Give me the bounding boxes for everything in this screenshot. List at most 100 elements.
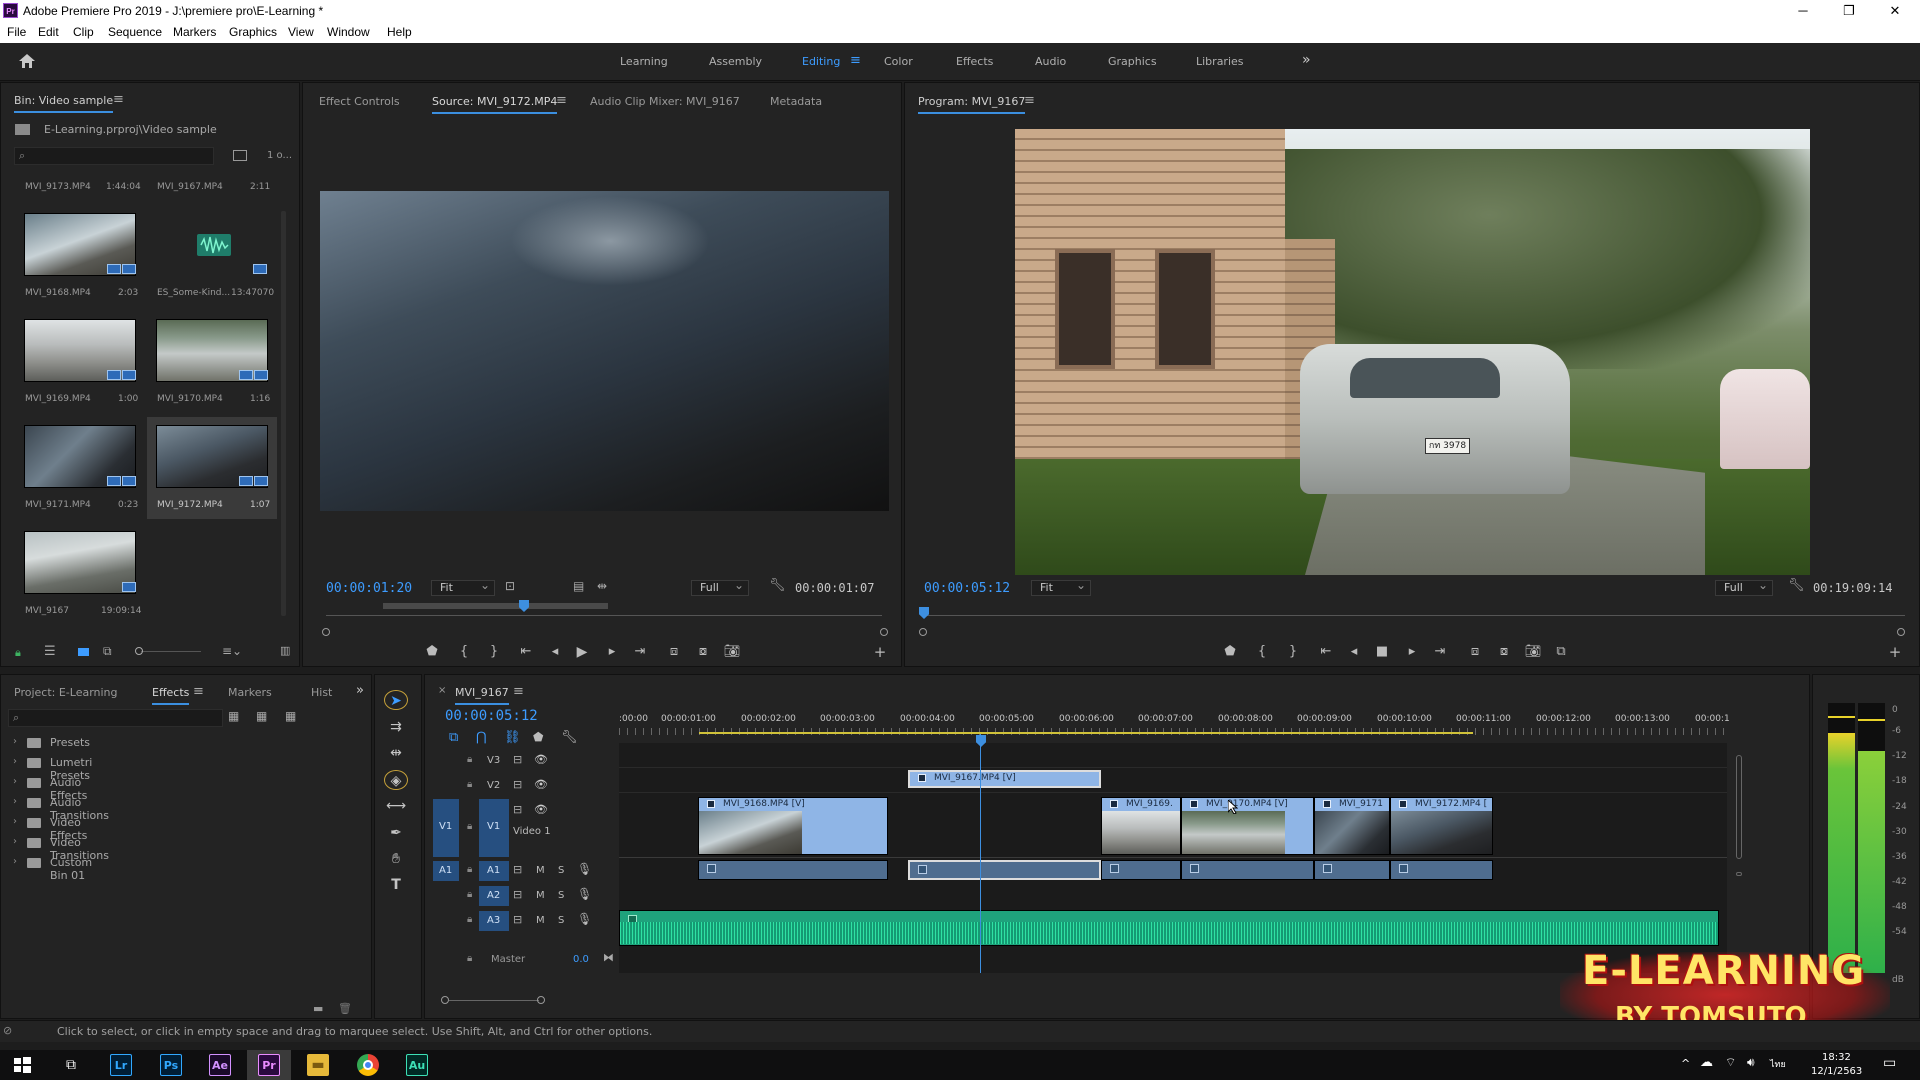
tab-effect-controls[interactable]: Effect Controls [319, 95, 400, 108]
menu-clip[interactable]: Clip [73, 25, 94, 39]
eye-icon[interactable]: 👁︎ [534, 753, 548, 766]
clip-a3-music[interactable] [619, 910, 1719, 946]
timeline-timecode[interactable]: 00:00:05:12 [445, 708, 538, 724]
timeline-zoom-handle-right[interactable] [537, 996, 545, 1004]
yuv-effects-icon[interactable]: ▦ [285, 709, 296, 723]
onedrive-icon[interactable]: ☁ [1700, 1055, 1713, 1070]
pen-tool-icon[interactable]: ✒ [384, 823, 408, 843]
notification-center-icon[interactable]: ▭ [1883, 1055, 1896, 1071]
hand-tool-icon[interactable]: ✋︎ [384, 849, 408, 869]
menu-sequence[interactable]: Sequence [108, 25, 162, 39]
eye-icon[interactable]: 👁︎ [534, 778, 548, 791]
export-frame-icon[interactable]: 📷︎ [1524, 645, 1542, 659]
menu-edit[interactable]: Edit [38, 25, 59, 39]
bin-menu-icon[interactable]: ≡ [113, 92, 124, 107]
go-to-end-icon[interactable]: ⧓ [603, 951, 614, 964]
program-quality-select[interactable]: Full [1715, 578, 1773, 596]
workspace-graphics[interactable]: Graphics [1108, 55, 1157, 68]
more-panels-icon[interactable]: » [356, 683, 364, 698]
clip-v1-9172[interactable]: MVI_9172.MP4 [ [1390, 797, 1493, 855]
lock-icon[interactable]: 🔒︎ [467, 953, 472, 964]
mark-out-icon[interactable]: } [485, 645, 503, 659]
play-icon[interactable]: ▶ [573, 645, 591, 659]
program-timecode[interactable]: 00:00:05:12 [924, 581, 1010, 596]
workspace-color[interactable]: Color [884, 55, 913, 68]
new-search-bin-icon[interactable] [233, 150, 247, 161]
clip-a1-9172[interactable] [1390, 860, 1493, 880]
go-to-in-icon[interactable]: ⇤ [1317, 645, 1335, 659]
menu-window[interactable]: Window [327, 25, 370, 39]
slip-tool-icon[interactable]: ⟷ [384, 796, 408, 816]
clip-thumbnail[interactable] [24, 213, 136, 276]
accelerated-effects-icon[interactable]: ▦ [228, 709, 239, 723]
mark-in-icon[interactable]: { [1253, 645, 1271, 659]
comparison-view-icon[interactable]: ⧉ [1552, 645, 1570, 659]
step-back-icon[interactable]: ◂ [546, 645, 564, 659]
effects-menu-icon[interactable]: ≡ [193, 684, 204, 699]
track-target-a3[interactable]: A3 [479, 911, 509, 931]
taskbar-audition[interactable]: Au [406, 1054, 428, 1076]
export-frame-icon[interactable]: 📷︎ [723, 645, 741, 659]
windows-start-icon[interactable] [12, 1055, 34, 1075]
mark-in-icon[interactable]: { [455, 645, 473, 659]
delete-icon[interactable]: 🗑︎ [338, 1002, 352, 1015]
lock-icon[interactable]: 🔒︎ [467, 821, 472, 832]
restore-icon[interactable]: ❐ [1826, 0, 1872, 22]
video-tracks-scrollbar[interactable] [1736, 755, 1742, 859]
overwrite-icon[interactable]: ⧇ [694, 645, 712, 659]
clip-v1-9171[interactable]: MVI_9171 [1314, 797, 1390, 855]
solo-button[interactable]: S [558, 865, 564, 876]
source-patch-a1[interactable]: A1 [433, 861, 459, 881]
track-target-a1[interactable]: A1 [479, 861, 509, 881]
solo-button[interactable]: S [558, 915, 564, 926]
clip-v1-9169[interactable]: MVI_9169. [1101, 797, 1181, 855]
timeline-zoom-handle-left[interactable] [441, 996, 449, 1004]
go-to-out-icon[interactable]: ⇥ [631, 645, 649, 659]
clip-a1-9171[interactable] [1314, 860, 1390, 880]
automate-to-sequence-icon[interactable]: ▥ [280, 644, 290, 657]
32bit-effects-icon[interactable]: ▦ [256, 709, 267, 723]
icon-view-icon[interactable] [78, 648, 89, 656]
timeline-tracks-area[interactable]: MVI_9167.MP4 [V] MVI_9168.MP4 [V] MVI_91… [619, 734, 1727, 973]
taskbar-photoshop[interactable]: Ps [160, 1054, 182, 1076]
close-sequence-icon[interactable]: × [438, 685, 446, 696]
sequence-thumbnail[interactable] [24, 531, 136, 594]
sort-icons-icon[interactable]: ≡⌄ [222, 644, 242, 658]
workspace-libraries[interactable]: Libraries [1196, 55, 1244, 68]
home-icon[interactable] [18, 53, 36, 69]
mute-button[interactable]: M [536, 865, 545, 876]
taskbar-chrome-icon[interactable] [357, 1054, 379, 1076]
clip-a1-9167-selected[interactable] [908, 860, 1101, 880]
menu-view[interactable]: View [288, 25, 314, 39]
source-timecode[interactable]: 00:00:01:20 [326, 581, 412, 596]
clip-thumbnail-selected[interactable] [156, 425, 268, 488]
lift-icon[interactable]: ⧈ [1466, 645, 1484, 659]
tab-metadata[interactable]: Metadata [770, 95, 822, 108]
track-select-tool-icon[interactable]: ⇉ [384, 717, 408, 737]
solo-button[interactable]: S [558, 890, 564, 901]
workspace-editing[interactable]: Editing [802, 55, 840, 68]
tab-markers[interactable]: Markers [228, 686, 272, 699]
drag-audio-icon[interactable]: ⇹ [597, 579, 607, 593]
source-quality-select[interactable]: Full [691, 578, 749, 596]
sync-lock-icon[interactable]: ⊟ [513, 863, 522, 876]
menu-file[interactable]: File [7, 25, 26, 39]
master-volume[interactable]: 0.0 [573, 954, 589, 965]
sync-lock-icon[interactable]: ⊟ [513, 778, 522, 791]
step-back-icon[interactable]: ◂ [1345, 645, 1363, 659]
program-playhead[interactable] [919, 607, 929, 619]
tray-chevron-up-icon[interactable]: ^ [1681, 1057, 1690, 1070]
eye-icon[interactable]: 👁︎ [534, 803, 548, 816]
track-target-a2[interactable]: A2 [479, 886, 509, 906]
source-patch-v1[interactable]: V1 [433, 799, 459, 857]
sync-lock-icon[interactable]: ⊟ [513, 753, 522, 766]
sync-lock-icon[interactable]: ⊟ [513, 888, 522, 901]
tab-history[interactable]: Hist [311, 686, 332, 699]
clip-a1-9169[interactable] [1101, 860, 1181, 880]
volume-icon[interactable]: 🔊︎ [1747, 1055, 1755, 1070]
tab-project[interactable]: Project: E-Learning [14, 686, 118, 699]
close-icon[interactable]: ✕ [1872, 0, 1918, 22]
program-menu-icon[interactable]: ≡ [1024, 93, 1035, 108]
program-zoom-handle-left[interactable] [919, 628, 927, 636]
clip-v1-9170[interactable]: MVI_9170.MP4 [V] [1181, 797, 1314, 855]
